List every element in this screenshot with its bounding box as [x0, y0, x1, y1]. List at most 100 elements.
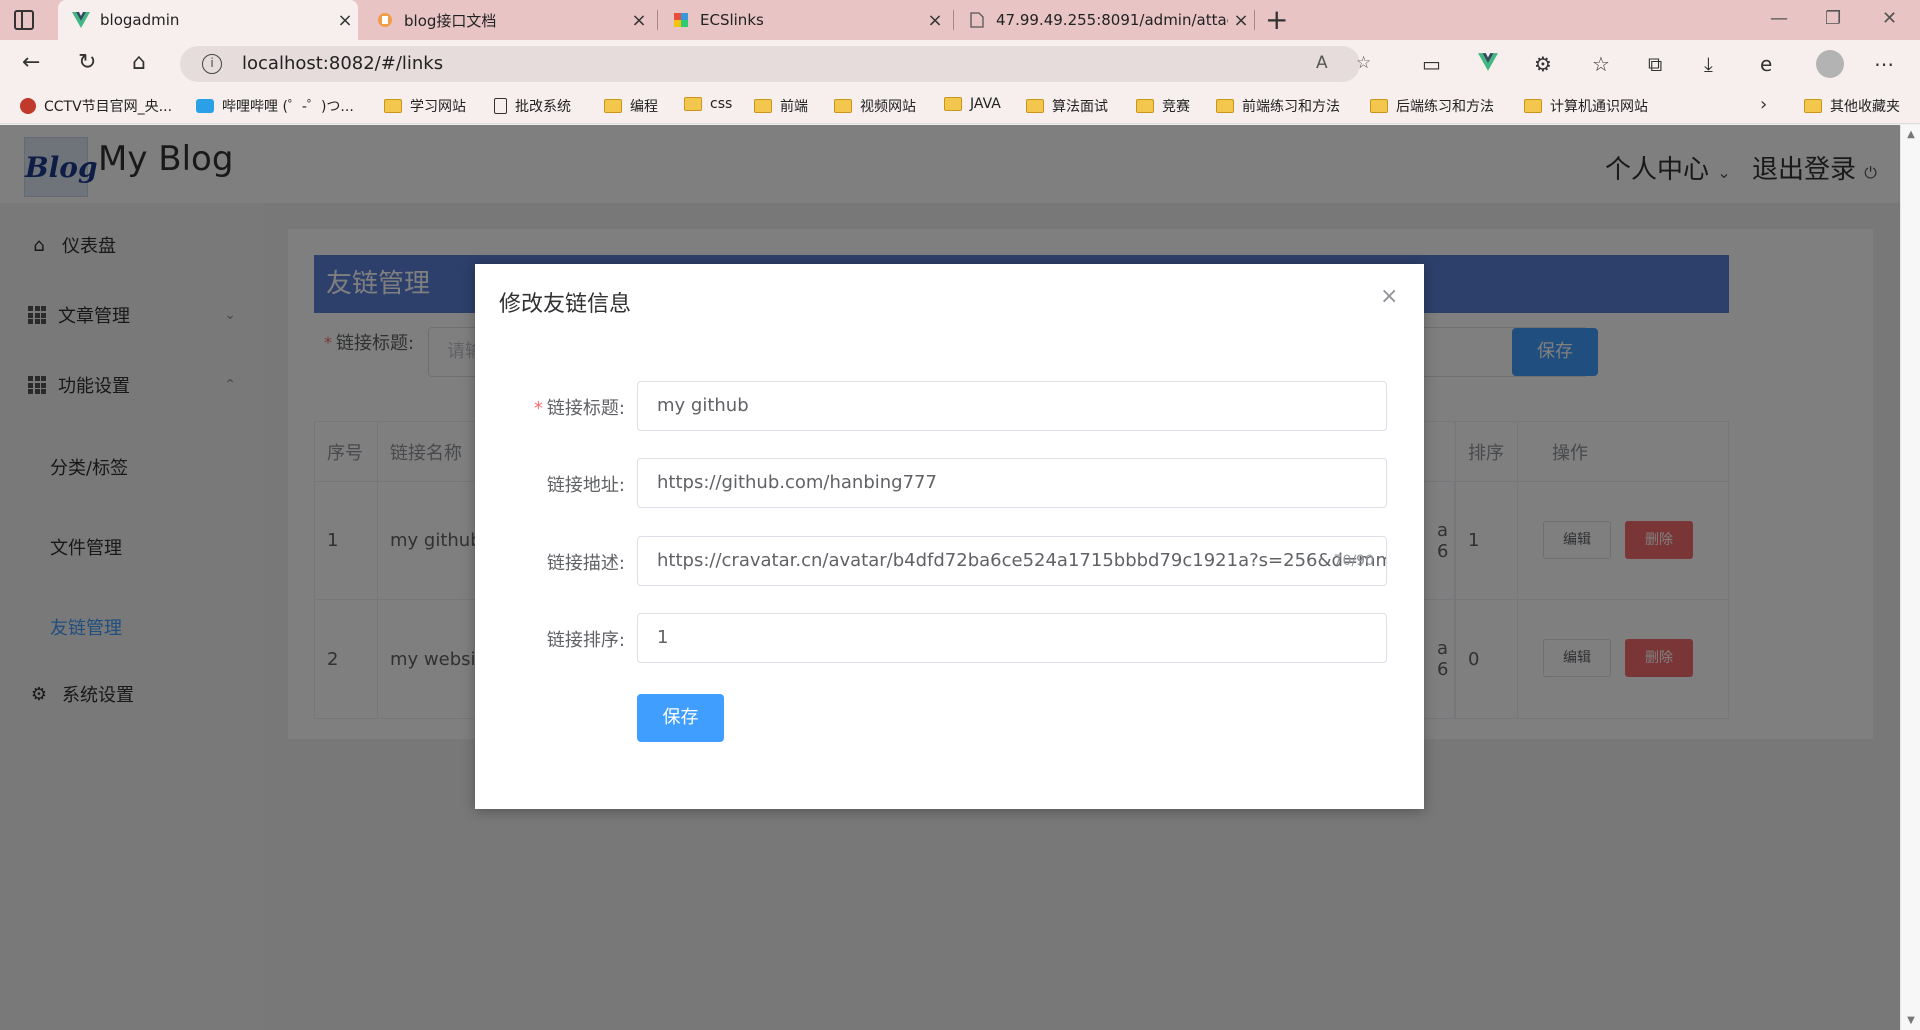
scroll-down-icon[interactable]: ▼ — [1901, 1015, 1920, 1026]
profile-avatar-icon[interactable] — [1816, 50, 1844, 78]
folder-icon — [1524, 99, 1542, 113]
tab-blogadmin[interactable]: blogadmin × — [58, 0, 358, 40]
bookmark-item[interactable]: 批改系统 — [494, 96, 571, 116]
page-icon — [968, 11, 986, 29]
folder-icon — [684, 97, 702, 111]
close-icon[interactable]: × — [1380, 286, 1398, 308]
dialog-title: 修改友链信息 — [499, 292, 632, 317]
field-label-sort: 链接排序: — [546, 630, 625, 651]
sort-input[interactable]: 1 — [637, 613, 1387, 663]
bookmark-label: css — [710, 96, 733, 112]
cube-logo-icon — [672, 11, 690, 29]
bookmark-item[interactable]: 前端练习和方法 — [1216, 96, 1340, 116]
bookmark-label: 竞赛 — [1162, 99, 1190, 115]
bookmark-item[interactable]: 竞赛 — [1136, 96, 1190, 116]
bookmark-label: CCTV节目官网_央... — [44, 99, 173, 115]
folder-icon — [944, 97, 962, 111]
edge-icon[interactable]: e — [1760, 52, 1772, 76]
bookmark-item[interactable]: JAVA — [944, 96, 1001, 112]
home-icon[interactable]: ⌂ — [132, 50, 146, 76]
close-icon[interactable]: × — [332, 10, 358, 31]
window-close-icon[interactable]: ✕ — [1882, 8, 1897, 29]
close-icon[interactable]: × — [626, 10, 652, 31]
bookmark-item[interactable]: 计算机通识网站 — [1524, 96, 1648, 116]
site-info-icon[interactable]: i — [202, 54, 222, 74]
more-icon[interactable]: ⋯ — [1874, 52, 1894, 76]
folder-icon — [1136, 99, 1154, 113]
collections-icon[interactable]: ⧉ — [1648, 52, 1662, 76]
folder-icon — [384, 99, 402, 113]
vue-devtools-icon[interactable] — [1478, 52, 1498, 76]
restore-icon[interactable]: ❐ — [1825, 8, 1841, 29]
minimize-icon[interactable]: — — [1770, 8, 1788, 29]
bookmark-item[interactable]: css — [684, 96, 732, 112]
bookmark-label: 其他收藏夹 — [1830, 99, 1900, 115]
refresh-icon[interactable]: ↻ — [78, 50, 96, 76]
page-icon — [494, 98, 507, 114]
bookmark-label: 前端 — [780, 99, 808, 115]
bookmark-item[interactable]: 视频网站 — [834, 96, 916, 116]
edit-link-dialog: 修改友链信息 × * 链接标题: my github 链接地址: https://… — [475, 264, 1424, 809]
extensions-icon[interactable]: ⚙ — [1534, 52, 1552, 76]
bookmark-label: 计算机通识网站 — [1550, 99, 1648, 115]
bilibili-logo-icon — [196, 99, 214, 113]
bookmark-label: JAVA — [970, 96, 1001, 112]
field-label-desc: 链接描述: — [546, 553, 625, 574]
description-value: https://cravatar.cn/avatar/b4dfd72ba6ce5… — [657, 550, 1387, 571]
folder-icon — [604, 99, 622, 113]
field-label-title: * 链接标题: — [475, 394, 625, 420]
tab-blog-api-doc[interactable]: blog接口文档 × — [362, 0, 652, 40]
read-aloud-icon[interactable]: A — [1316, 53, 1328, 73]
bookmark-label: 前端练习和方法 — [1242, 99, 1340, 115]
url-input[interactable]: https://github.com/hanbing777 — [637, 458, 1387, 508]
page-scrollbar[interactable]: ▲ ▼ — [1900, 125, 1920, 1030]
bookmark-item[interactable]: 哔哩哔哩 (゜-゜)つ... — [196, 96, 354, 116]
browser-tab-bar: blogadmin × blog接口文档 × ECSlinks × 47.99.… — [0, 0, 1920, 40]
folder-icon — [834, 99, 852, 113]
bookmark-item[interactable]: CCTV节目官网_央... — [20, 96, 172, 116]
bookmark-label: 后端练习和方法 — [1396, 99, 1494, 115]
title-input[interactable]: my github — [637, 381, 1387, 431]
folder-icon — [1216, 99, 1234, 113]
chevron-right-icon[interactable]: › — [1760, 94, 1767, 115]
bookmark-item[interactable]: 后端练习和方法 — [1370, 96, 1494, 116]
scroll-up-icon[interactable]: ▲ — [1901, 129, 1920, 140]
required-mark: * — [533, 398, 543, 419]
address-url[interactable]: localhost:8082/#/links — [242, 53, 443, 74]
add-favorite-icon[interactable]: ☆ — [1356, 53, 1371, 73]
close-icon[interactable]: × — [922, 10, 948, 31]
address-bar[interactable]: i localhost:8082/#/links A ☆ — [180, 46, 1371, 82]
bookmarks-bar: CCTV节目官网_央... 哔哩哔哩 (゜-゜)つ... 学习网站 批改系统 编… — [0, 88, 1920, 124]
tab-title: ECSlinks — [700, 11, 764, 29]
bookmark-item[interactable]: 学习网站 — [384, 96, 466, 116]
folder-icon — [1026, 99, 1044, 113]
close-icon[interactable]: × — [1228, 10, 1254, 31]
bookmark-label: 算法面试 — [1052, 99, 1108, 115]
tab-title: blogadmin — [100, 11, 180, 29]
bookmark-label: 视频网站 — [860, 99, 916, 115]
tab-title: blog接口文档 — [404, 11, 497, 30]
sidebar-toggle-icon[interactable] — [14, 10, 34, 30]
bookmark-item[interactable]: 编程 — [604, 96, 658, 116]
vue-logo-icon — [72, 11, 90, 29]
screen-icon[interactable]: ▭ — [1422, 52, 1441, 76]
folder-icon — [1370, 99, 1388, 113]
bookmark-label: 批改系统 — [515, 99, 571, 115]
downloads-icon[interactable]: ⤓ — [1704, 52, 1713, 76]
bookmark-label: 编程 — [630, 99, 658, 115]
other-bookmarks[interactable]: 其他收藏夹 — [1804, 96, 1900, 116]
dialog-save-button[interactable]: 保存 — [637, 694, 724, 742]
new-tab-button[interactable]: + — [1265, 4, 1288, 36]
back-icon[interactable]: ← — [22, 50, 40, 76]
description-input[interactable]: https://cravatar.cn/avatar/b4dfd72ba6ce5… — [637, 536, 1387, 586]
field-label: 链接标题: — [546, 398, 625, 419]
tab-admin-attach[interactable]: 47.99.49.255:8091/admin/attach × — [954, 0, 1254, 40]
bookmark-label: 学习网站 — [410, 99, 466, 115]
cctv-logo-icon — [20, 98, 36, 114]
folder-icon — [754, 99, 772, 113]
char-count: 70/90 — [1333, 553, 1374, 569]
bookmark-item[interactable]: 算法面试 — [1026, 96, 1108, 116]
tab-ecslinks[interactable]: ECSlinks × — [658, 0, 948, 40]
bookmark-item[interactable]: 前端 — [754, 96, 808, 116]
favorites-icon[interactable]: ☆ — [1592, 52, 1610, 76]
